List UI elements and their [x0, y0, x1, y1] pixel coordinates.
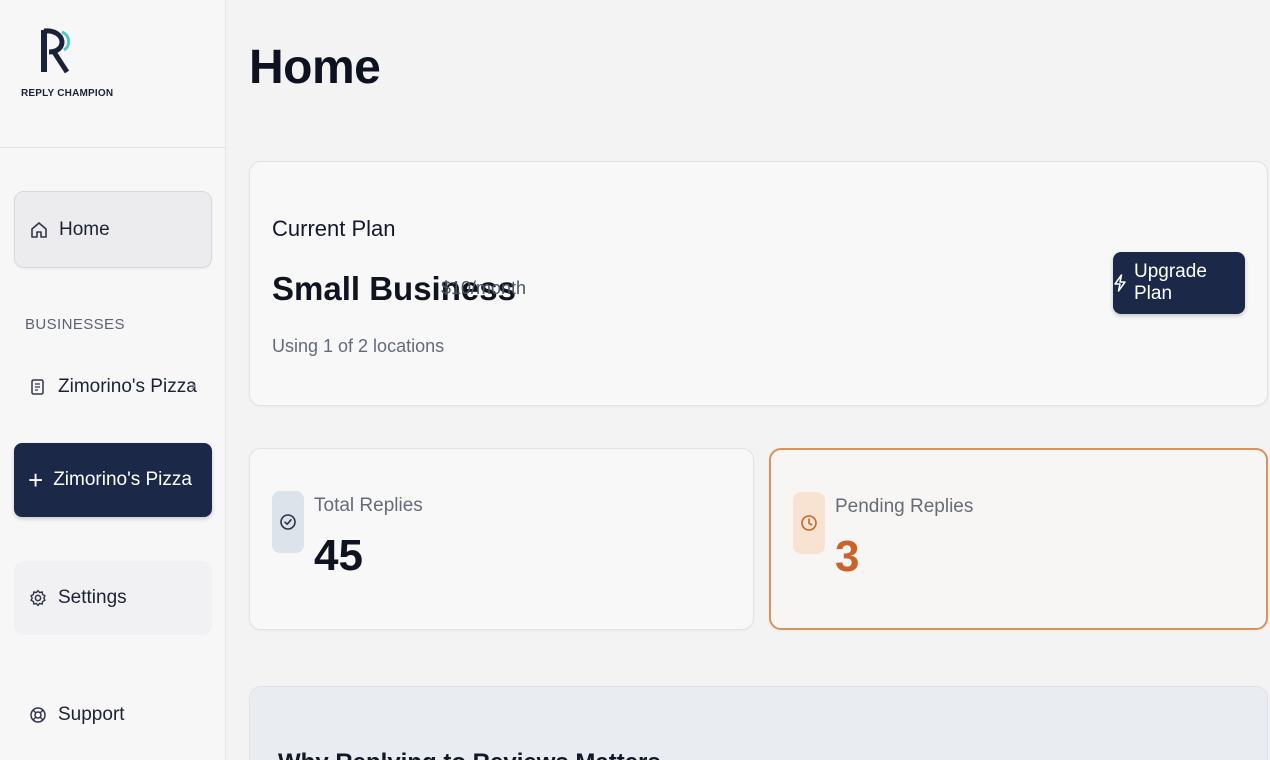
logo-icon: [41, 28, 71, 74]
total-replies-value: 45: [314, 531, 363, 580]
clock-icon: [793, 492, 825, 554]
home-icon: [29, 220, 49, 240]
pending-replies-label: Pending Replies: [835, 496, 974, 517]
current-plan-card: Current Plan Small Business $10/month Us…: [249, 161, 1268, 406]
plan-label: Current Plan: [272, 216, 396, 241]
store-icon: [28, 377, 48, 397]
chevron-right-icon: ›: [190, 377, 196, 394]
businesses-section-label: BUSINESSES: [25, 316, 125, 333]
upgrade-plan-label: Upgrade Plan: [1134, 261, 1207, 304]
brand[interactable]: REPLY CHAMPION: [0, 0, 226, 148]
plan-usage: Using 1 of 2 locations: [272, 336, 445, 356]
bolt-icon: [1113, 274, 1127, 292]
why-replying-title: Why Replying to Reviews Matters: [278, 749, 661, 760]
sidebar-item-label: Settings: [58, 587, 127, 608]
page-title: Home: [249, 41, 381, 94]
check-circle-icon: [272, 491, 304, 553]
gear-icon: [28, 588, 48, 608]
plus-icon: +: [28, 465, 44, 495]
sidebar-item-settings[interactable]: Settings: [14, 561, 212, 635]
total-replies-card[interactable]: Total Replies 45: [249, 448, 754, 630]
sidebar-item-label: Zimorino's Pizza: [58, 376, 197, 397]
sidebar: REPLY CHAMPION Home BUSINESSES Zimorino'…: [0, 0, 226, 760]
sidebar-item-home[interactable]: Home: [14, 191, 212, 268]
lifebuoy-icon: [28, 705, 48, 725]
total-replies-label: Total Replies: [314, 495, 423, 516]
sidebar-item-label: Home: [59, 218, 110, 240]
add-business-button[interactable]: + Zimorino's Pizza: [14, 443, 212, 517]
sidebar-item-label: Support: [58, 704, 125, 725]
add-business-label: Zimorino's Pizza: [53, 469, 192, 490]
sidebar-item-business[interactable]: Zimorino's Pizza ›: [14, 350, 212, 424]
brand-name: REPLY CHAMPION: [21, 88, 114, 99]
app-root: REPLY CHAMPION Home BUSINESSES Zimorino'…: [0, 0, 1270, 760]
pending-replies-card[interactable]: Pending Replies 3: [769, 448, 1268, 630]
pending-replies-value: 3: [835, 532, 860, 581]
upgrade-plan-button[interactable]: Upgrade Plan: [1113, 252, 1245, 314]
sidebar-item-support[interactable]: Support: [14, 678, 212, 752]
plan-price: $10/month: [441, 278, 527, 298]
why-replying-card: Why Replying to Reviews Matters: [249, 686, 1268, 760]
